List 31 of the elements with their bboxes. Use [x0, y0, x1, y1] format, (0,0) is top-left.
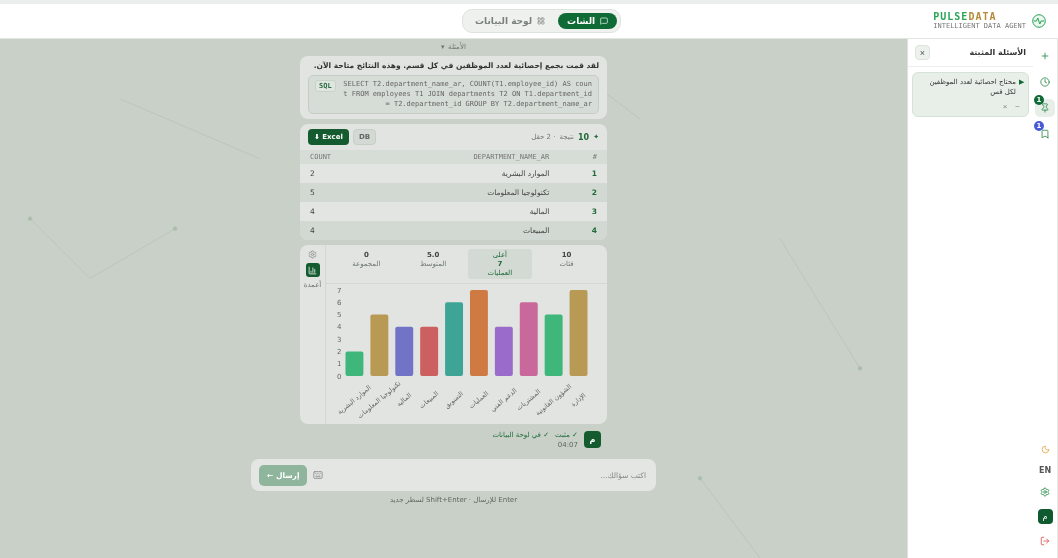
bar [420, 327, 439, 377]
bookmark-icon [1040, 129, 1050, 139]
chat-icon [600, 17, 609, 25]
bar [544, 314, 563, 377]
plus-icon [1040, 51, 1050, 61]
language-button[interactable]: EN [1038, 466, 1052, 475]
brand-name: PULSEDATA [933, 12, 998, 22]
bar-chart-icon [308, 265, 317, 275]
user-avatar[interactable]: م [1037, 509, 1053, 524]
pin-icon [1040, 103, 1050, 113]
assistant-avatar: م [584, 431, 601, 449]
grid-icon [537, 17, 546, 25]
logout-icon [1040, 536, 1050, 546]
bar [370, 314, 389, 377]
view-tab[interactable]: لوحة البيانات [466, 13, 555, 29]
result-count: 10 [578, 132, 590, 142]
settings-icon[interactable] [308, 250, 317, 260]
remove-button[interactable]: × [1002, 101, 1008, 111]
collapse-button[interactable]: − [1015, 101, 1020, 111]
bar [494, 327, 513, 377]
keyboard-icon[interactable] [313, 470, 324, 481]
bar [345, 351, 364, 377]
panel-title: الأسئلة المثبتة [969, 48, 1026, 57]
settings-icon [1040, 487, 1050, 497]
view-tab[interactable]: الشات [558, 13, 618, 29]
clock-icon [1040, 77, 1050, 87]
bar-chart-button[interactable] [305, 263, 320, 278]
logo-icon [1032, 14, 1046, 28]
moon-icon [1040, 444, 1050, 454]
close-button[interactable]: × [915, 45, 930, 60]
bar [395, 327, 414, 377]
